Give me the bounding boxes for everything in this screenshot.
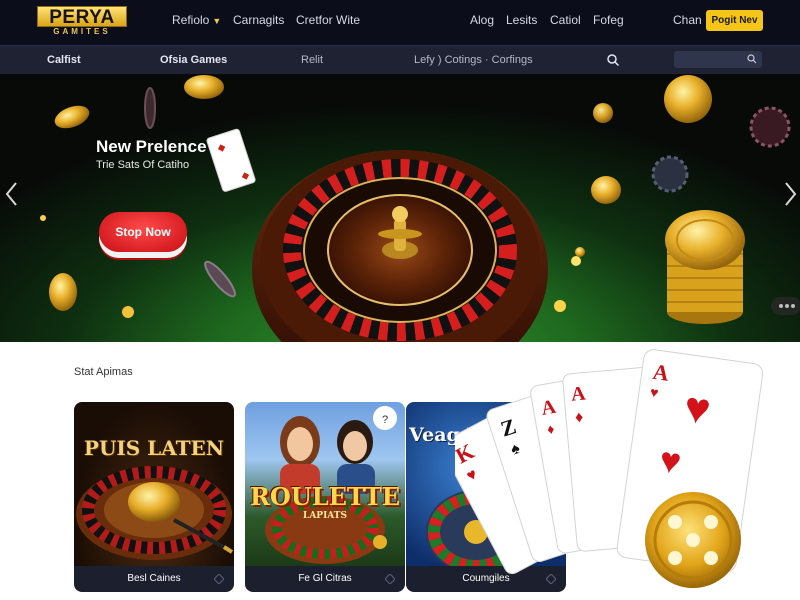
card-footer: Fe Gl Citras	[245, 566, 405, 592]
search-icon	[747, 54, 757, 64]
svg-text:♦: ♦	[574, 409, 584, 427]
section-title: Stat Apimas	[74, 366, 133, 378]
game-card-1[interactable]: PUIS LATEN Besl Caines	[74, 402, 234, 592]
hero-subtitle: Trie Sats Of Catiho	[96, 159, 190, 171]
link-fofeg[interactable]: Fofeg	[593, 13, 624, 27]
hero-banner: ◆ ◆ New Prelence Trie Sats Of Catiho Sto…	[0, 74, 800, 342]
chevron-left-icon[interactable]	[4, 179, 20, 209]
search-input[interactable]	[674, 51, 762, 68]
card-art-subtitle: LAPIATS	[303, 511, 347, 521]
nav-item-cretfor-wite[interactable]: Cretfor Wite	[296, 13, 360, 27]
link-lesits[interactable]: Lesits	[506, 13, 537, 27]
svg-text:?: ?	[382, 414, 388, 426]
subnav-item-relit[interactable]: Relit	[301, 54, 323, 66]
game-card-2[interactable]: ? ROULETTE LAPIATS Fe Gl Citras	[245, 402, 405, 592]
carousel-pagination[interactable]	[771, 297, 800, 315]
card-art-title: PUIS LATEN	[83, 436, 225, 460]
card-label: Besl Caines	[127, 573, 181, 584]
brand-logo[interactable]: PERYA GAMITES	[37, 6, 127, 37]
logo-title: PERYA	[37, 6, 127, 28]
playing-cards-icon: K ♥ Z ♠ A ♦ A ♦ A ♥ ♥ ♥	[440, 349, 764, 588]
carousel-dot[interactable]	[785, 304, 789, 308]
nav-label: Refiolo	[172, 13, 210, 27]
roulette-wheel-icon	[76, 466, 234, 560]
search-icon[interactable]	[606, 53, 620, 67]
playing-cards-decoration: K ♥ Z ♠ A ♦ A ♦ A ♥ ♥ ♥	[440, 340, 800, 600]
diamond-icon	[214, 574, 224, 584]
chevron-right-icon[interactable]	[782, 179, 798, 209]
card-footer: Besl Caines	[74, 566, 234, 592]
card-art-title: ROULETTE	[249, 482, 401, 511]
link-catiol[interactable]: Catiol	[550, 13, 581, 27]
subnav-item-lefy-cotings[interactable]: Lefy ) Cotings · Corfings	[414, 54, 533, 66]
subnav-item-calfist[interactable]: Calfist	[47, 54, 81, 66]
subnav-item-ofsia-games[interactable]: Ofsia Games	[160, 54, 227, 66]
caret-down-icon: ▼	[212, 16, 222, 26]
join-button[interactable]: Pogit Nev	[706, 10, 763, 31]
svg-text:A: A	[570, 382, 587, 405]
game-card-art: PUIS LATEN	[74, 402, 234, 566]
shop-now-button[interactable]: Stop Now	[99, 212, 187, 252]
nav-item-refiolo[interactable]: Refiolo ▼	[172, 13, 221, 27]
card-label: Fe Gl Citras	[298, 573, 352, 584]
link-alog[interactable]: Alog	[470, 13, 494, 27]
carousel-dot[interactable]	[791, 304, 795, 308]
logo-subtitle: GAMITES	[53, 27, 111, 36]
carousel-dot[interactable]	[779, 304, 783, 308]
nav-item-carnagits[interactable]: Carnagits	[233, 13, 284, 27]
top-header: PERYA GAMITES Refiolo ▼ Carnagits Cretfor…	[0, 0, 800, 45]
hero-title: New Prelence	[96, 137, 207, 156]
hero-artwork: ◆ ◆	[40, 75, 791, 342]
game-card-art: ? ROULETTE LAPIATS	[245, 402, 405, 566]
chat-link[interactable]: Chan	[673, 13, 702, 27]
diamond-icon	[385, 574, 395, 584]
